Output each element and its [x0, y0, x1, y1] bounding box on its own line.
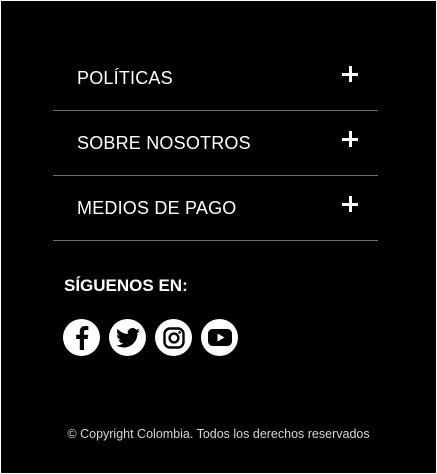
instagram-icon[interactable]	[155, 319, 192, 356]
plus-icon[interactable]	[342, 131, 358, 147]
youtube-icon[interactable]	[201, 319, 238, 356]
plus-icon[interactable]	[342, 66, 358, 82]
accordion-item-medios-de-pago[interactable]: MEDIOS DE PAGO	[53, 176, 378, 241]
social-links	[63, 319, 238, 356]
accordion-label: POLÍTICAS	[77, 68, 173, 88]
plus-icon[interactable]	[342, 196, 358, 212]
accordion-label: MEDIOS DE PAGO	[77, 198, 237, 218]
accordion-item-politicas[interactable]: POLÍTICAS	[53, 46, 378, 111]
copyright-text: © Copyright Colombia. Todos los derechos…	[67, 427, 370, 441]
footer-accordion: POLÍTICAS SOBRE NOSOTROS MEDIOS DE PAGO	[53, 46, 378, 241]
social-heading: SÍGUENOS EN:	[64, 276, 188, 295]
facebook-icon[interactable]	[63, 319, 100, 356]
twitter-icon[interactable]	[109, 319, 146, 356]
accordion-label: SOBRE NOSOTROS	[77, 133, 251, 153]
accordion-item-sobre-nosotros[interactable]: SOBRE NOSOTROS	[53, 111, 378, 176]
footer-panel: POLÍTICAS SOBRE NOSOTROS MEDIOS DE PAGO …	[1, 1, 436, 473]
